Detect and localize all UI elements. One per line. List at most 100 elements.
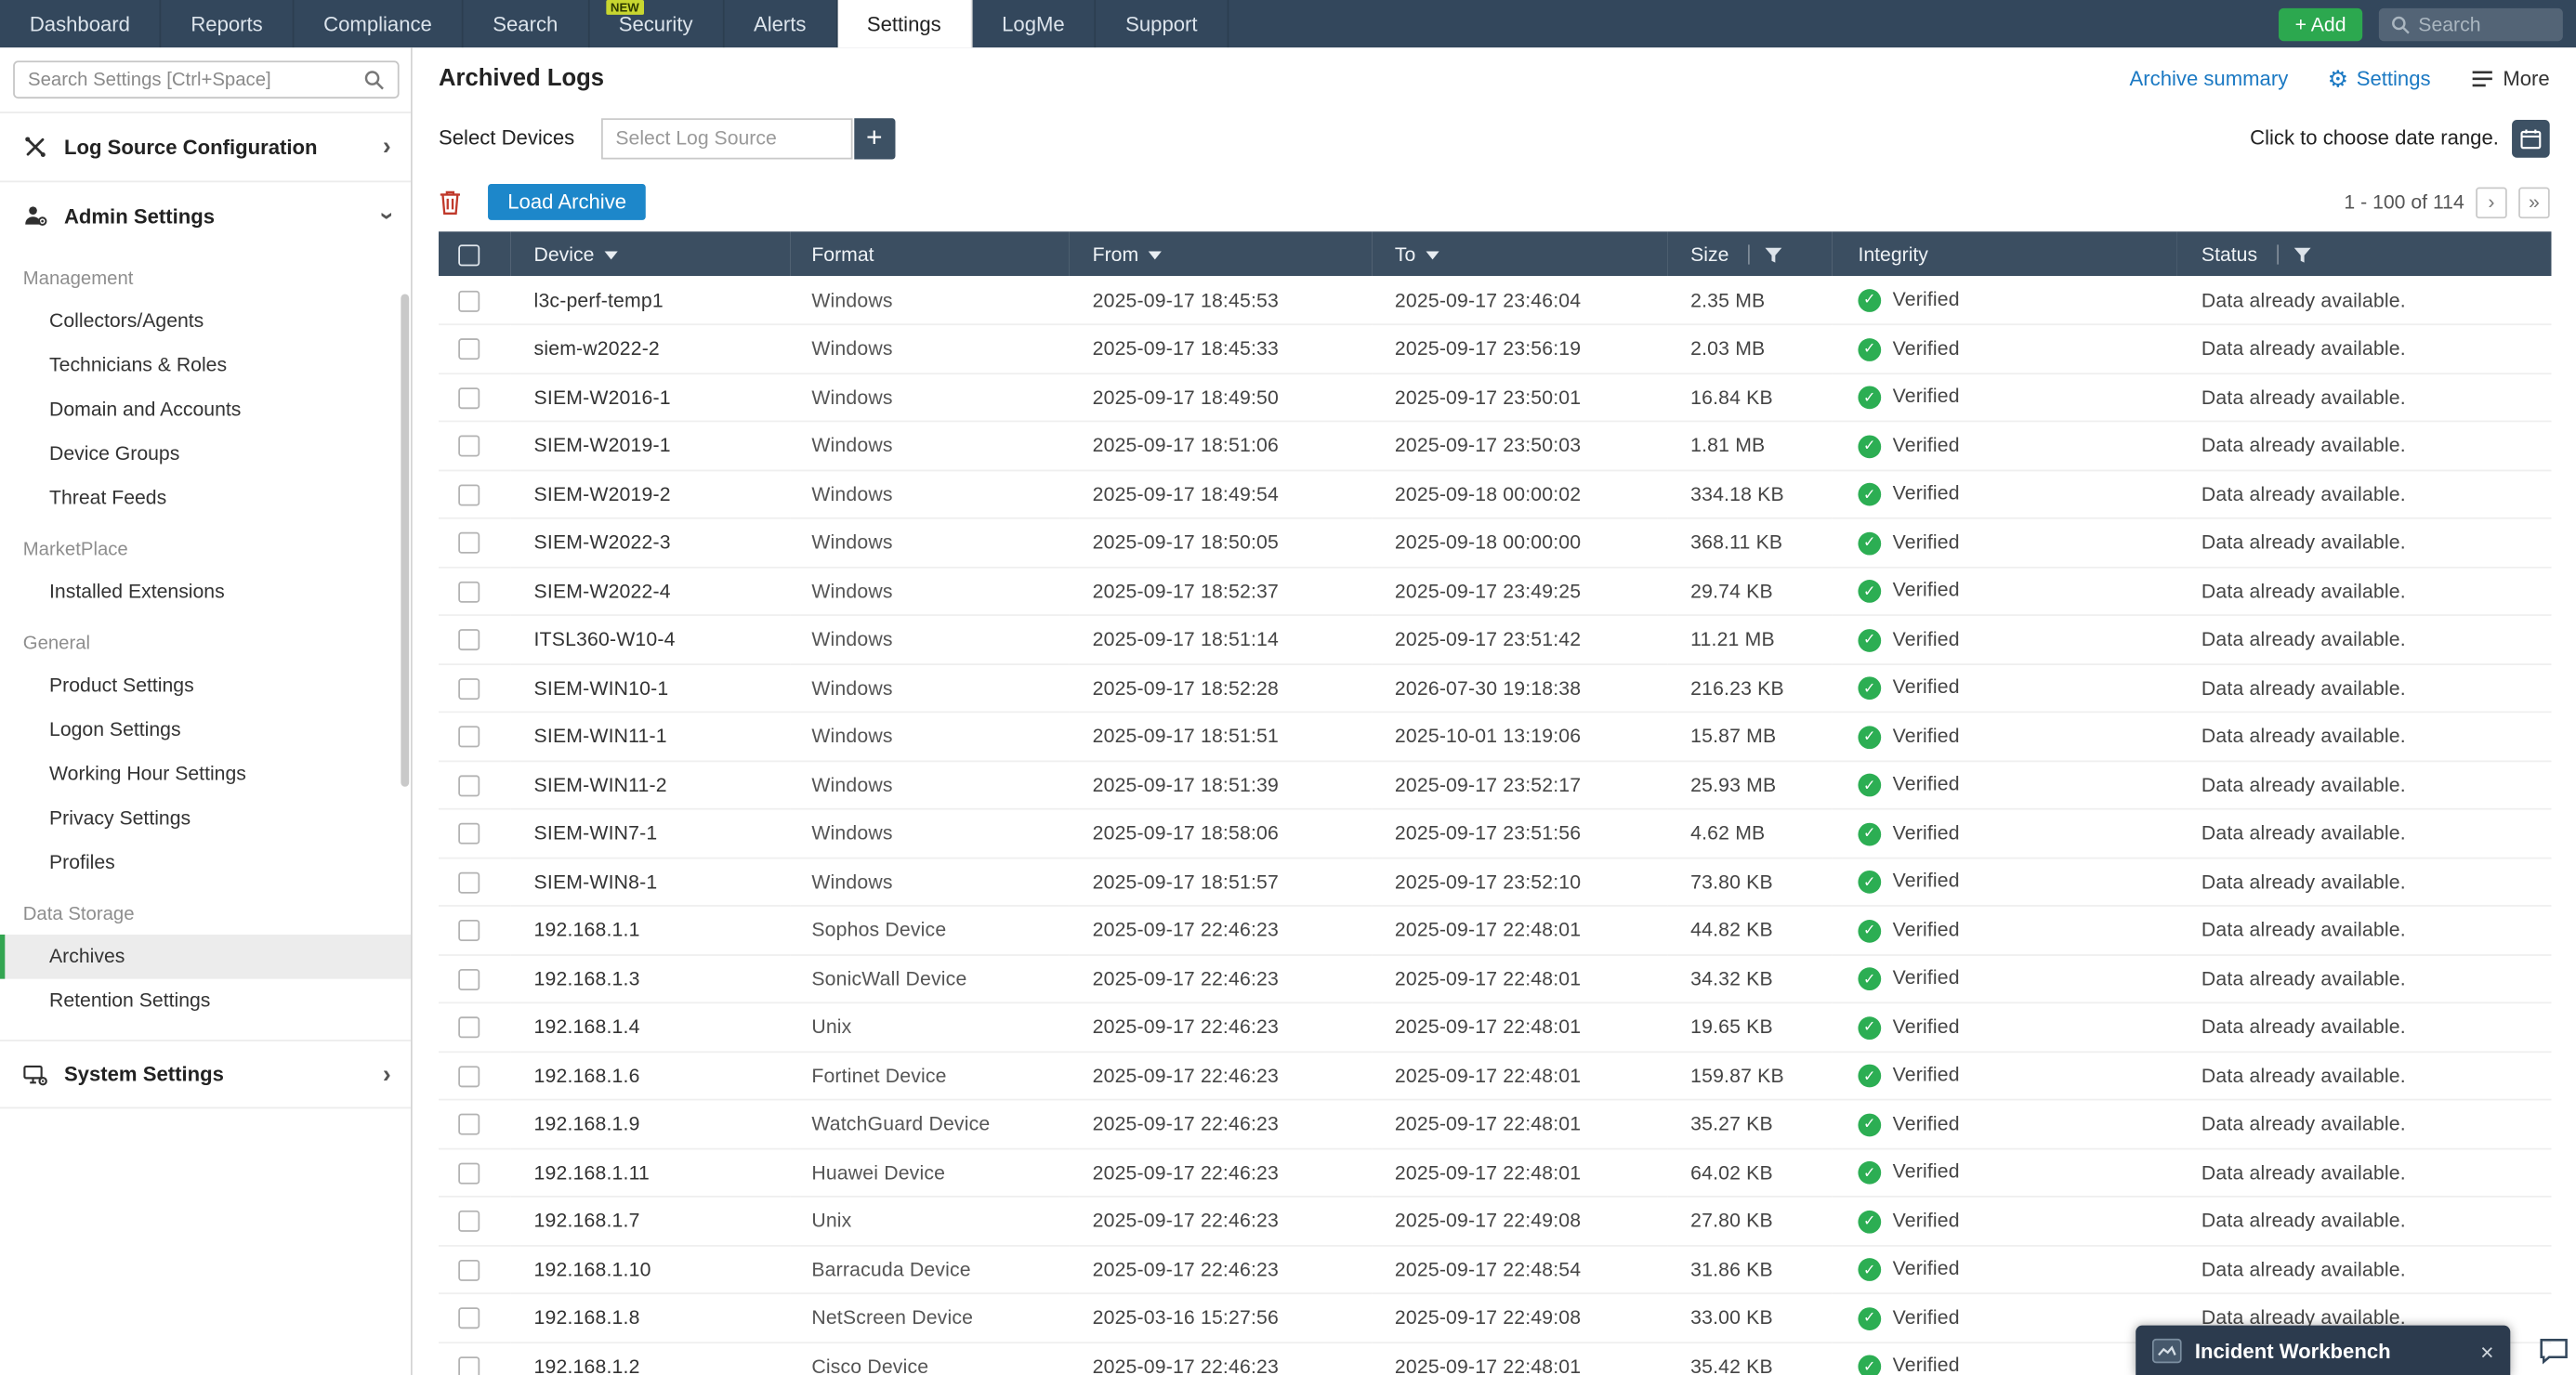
sidebar-section-title: MarketPlace (0, 520, 411, 570)
nav-item-reports[interactable]: Reports (162, 0, 295, 47)
nav-item-search[interactable]: Search (463, 0, 588, 47)
select-all-checkbox[interactable] (458, 244, 480, 266)
load-archive-button[interactable]: Load Archive (488, 184, 646, 220)
row-checkbox[interactable] (458, 1356, 480, 1375)
sidebar-item-collectors-agents[interactable]: Collectors/Agents (0, 299, 411, 344)
more-menu[interactable]: More (2470, 67, 2550, 90)
row-checkbox[interactable] (458, 1114, 480, 1135)
sidebar-item-product-settings[interactable]: Product Settings (0, 663, 411, 708)
row-checkbox[interactable] (458, 1308, 480, 1329)
nav-item-label: Alerts (754, 12, 806, 35)
delete-archive-button[interactable] (439, 189, 462, 215)
row-checkbox[interactable] (458, 1260, 480, 1281)
device-cell: 192.168.1.3 (511, 954, 791, 1002)
nav-item-dashboard[interactable]: Dashboard (0, 0, 162, 47)
feedback-chat-button[interactable] (2537, 1334, 2569, 1367)
sidebar-item-domain-and-accounts[interactable]: Domain and Accounts (0, 387, 411, 432)
column-header-device[interactable]: Device (511, 231, 791, 276)
from-cell: 2025-09-17 18:45:53 (1070, 276, 1372, 324)
row-checkbox[interactable] (458, 872, 480, 894)
row-checkbox[interactable] (458, 339, 480, 360)
sidebar-group-log-source-configuration[interactable]: Log Source Configuration › (0, 111, 411, 180)
filter-funnel-icon[interactable] (2293, 246, 2311, 264)
global-search-input[interactable] (2418, 12, 2549, 35)
settings-link[interactable]: ⚙ Settings (2328, 67, 2431, 90)
format-cell: Windows (790, 421, 1070, 469)
incident-workbench-bar[interactable]: Incident Workbench (2136, 1326, 2510, 1375)
row-checkbox[interactable] (458, 775, 480, 796)
nav-item-settings[interactable]: Settings (837, 0, 972, 47)
device-cell: SIEM-W2022-3 (511, 518, 791, 567)
status-cell: Data already available. (2176, 761, 2551, 809)
device-cell: l3c-perf-temp1 (511, 276, 791, 324)
sidebar-item-logon-settings[interactable]: Logon Settings (0, 708, 411, 753)
sidebar-group-admin-settings[interactable]: Admin Settings › (0, 180, 411, 249)
more-label: More (2503, 67, 2549, 90)
row-checkbox[interactable] (458, 630, 480, 651)
sidebar-item-technicians-roles[interactable]: Technicians & Roles (0, 343, 411, 387)
to-cell: 2025-09-17 22:49:08 (1372, 1293, 1667, 1342)
calendar-button[interactable] (2512, 119, 2550, 157)
row-checkbox[interactable] (458, 1017, 480, 1039)
column-header-integrity[interactable]: Integrity (1832, 231, 2176, 276)
row-checkbox[interactable] (458, 387, 480, 409)
column-header-format[interactable]: Format (790, 231, 1070, 276)
column-header-status[interactable]: Status (2176, 231, 2551, 276)
nav-item-support[interactable]: Support (1096, 0, 1229, 47)
integrity-cell: Verified (1832, 809, 2176, 858)
sidebar-item-profiles[interactable]: Profiles (0, 841, 411, 885)
filter-funnel-icon[interactable] (1765, 246, 1782, 264)
column-header-to[interactable]: To (1372, 231, 1667, 276)
nav-item-compliance[interactable]: Compliance (294, 0, 463, 47)
next-page-button[interactable] (2476, 187, 2507, 218)
column-label: Format (811, 242, 874, 266)
log-source-input[interactable] (615, 126, 837, 150)
sidebar-search-input[interactable] (28, 70, 363, 89)
sidebar-scrollbar[interactable] (401, 294, 409, 786)
size-cell: 11.21 MB (1667, 615, 1832, 663)
row-checkbox[interactable] (458, 727, 480, 748)
row-checkbox[interactable] (458, 484, 480, 505)
row-checkbox[interactable] (458, 969, 480, 990)
row-checkbox[interactable] (458, 1162, 480, 1184)
row-checkbox[interactable] (458, 290, 480, 311)
row-checkbox[interactable] (458, 1211, 480, 1233)
add-log-source-button[interactable] (854, 117, 895, 158)
row-checkbox[interactable] (458, 1066, 480, 1087)
sidebar-item-working-hour-settings[interactable]: Working Hour Settings (0, 753, 411, 797)
nav-item-alerts[interactable]: Alerts (724, 0, 837, 47)
sidebar-item-archives[interactable]: Archives (0, 935, 411, 979)
nav-item-logme[interactable]: LogMe (972, 0, 1096, 47)
last-page-button[interactable] (2518, 187, 2550, 218)
sidebar-item-installed-extensions[interactable]: Installed Extensions (0, 570, 411, 614)
format-cell: Windows (790, 663, 1070, 712)
row-checkbox[interactable] (458, 533, 480, 555)
column-header-size[interactable]: Size (1667, 231, 1832, 276)
row-checkbox[interactable] (458, 921, 480, 942)
sort-desc-icon (1149, 251, 1162, 259)
nav-item-security[interactable]: SecurityNEW (589, 0, 724, 47)
row-checkbox[interactable] (458, 436, 480, 457)
global-search-box[interactable] (2379, 7, 2563, 40)
integrity-cell: Verified (1832, 1100, 2176, 1148)
from-cell: 2025-09-17 18:49:54 (1070, 470, 1372, 518)
row-checkbox[interactable] (458, 678, 480, 700)
log-source-input-box[interactable] (600, 117, 851, 158)
archive-summary-link[interactable]: Archive summary (2130, 67, 2289, 90)
sidebar-item-label: Product Settings (49, 674, 194, 697)
sidebar-item-threat-feeds[interactable]: Threat Feeds (0, 477, 411, 521)
sidebar-item-privacy-settings[interactable]: Privacy Settings (0, 796, 411, 841)
from-cell: 2025-09-17 18:52:37 (1070, 567, 1372, 615)
column-header-from[interactable]: From (1070, 231, 1372, 276)
from-cell: 2025-09-17 22:46:23 (1070, 1100, 1372, 1148)
from-cell: 2025-09-17 22:46:23 (1070, 954, 1372, 1002)
integrity-label: Verified (1893, 772, 1960, 795)
sidebar-group-system-settings[interactable]: System Settings › (0, 1040, 411, 1108)
add-button[interactable]: + Add (2279, 7, 2362, 40)
sidebar-search-box[interactable] (13, 60, 399, 98)
row-checkbox[interactable] (458, 582, 480, 603)
close-icon[interactable] (2480, 1338, 2493, 1364)
row-checkbox[interactable] (458, 823, 480, 845)
sidebar-item-device-groups[interactable]: Device Groups (0, 432, 411, 477)
sidebar-item-retention-settings[interactable]: Retention Settings (0, 979, 411, 1024)
